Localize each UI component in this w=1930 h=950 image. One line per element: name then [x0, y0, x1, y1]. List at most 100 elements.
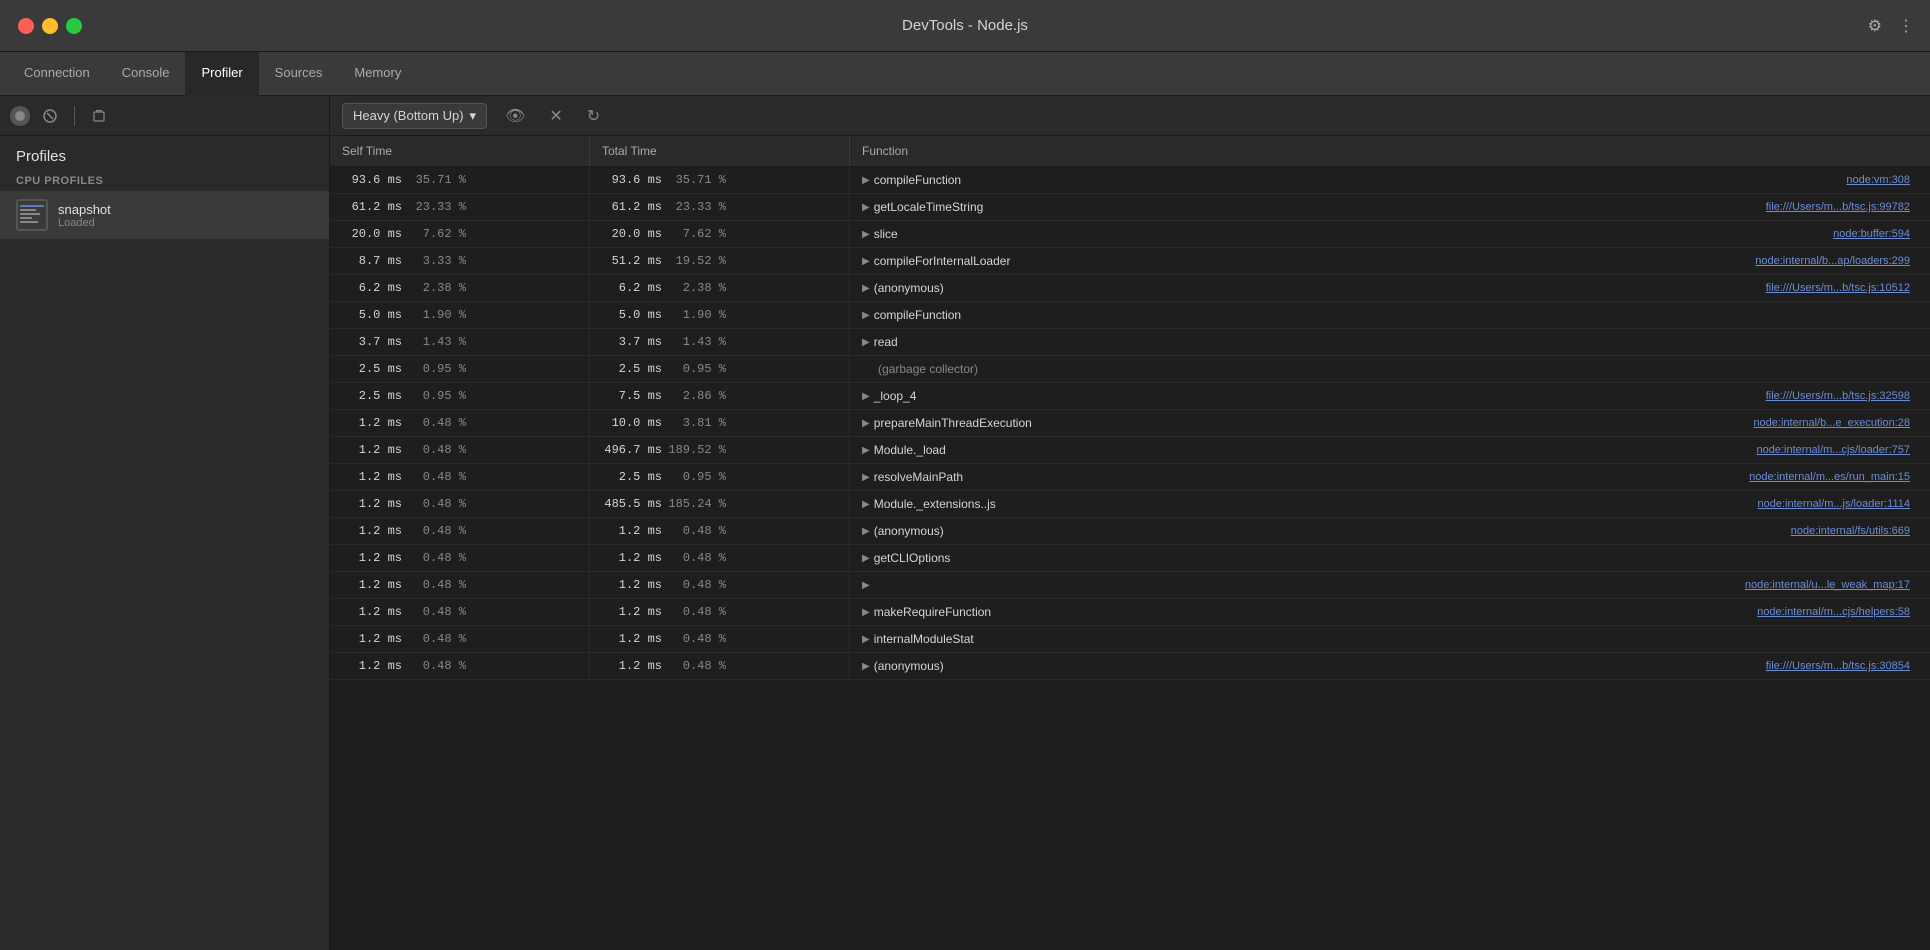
- stop-button[interactable]: [40, 106, 60, 126]
- profile-status: Loaded: [58, 217, 111, 229]
- function-link[interactable]: node:internal/m...cjs/loader:757: [1757, 444, 1918, 456]
- more-icon[interactable]: ⋮: [1898, 16, 1914, 36]
- table-row[interactable]: 8.7 ms3.33 %51.2 ms19.52 %▶compileForInt…: [330, 248, 1930, 275]
- tab-memory[interactable]: Memory: [338, 52, 417, 96]
- self-time-cell: 1.2 ms0.48 %: [330, 491, 590, 517]
- self-time-cell: 2.5 ms0.95 %: [330, 383, 590, 409]
- expand-arrow: ▶: [862, 283, 870, 294]
- table-row[interactable]: 2.5 ms0.95 %7.5 ms2.86 %▶_loop_4file:///…: [330, 383, 1930, 410]
- expand-arrow: ▶: [862, 445, 870, 456]
- sidebar: Profiles CPU PROFILES snapshot Loaded: [0, 96, 330, 950]
- tab-sources[interactable]: Sources: [259, 52, 339, 96]
- main-layout: Profiles CPU PROFILES snapshot Loaded: [0, 96, 1930, 950]
- table-row[interactable]: 1.2 ms0.48 %1.2 ms0.48 %▶internalModuleS…: [330, 626, 1930, 653]
- function-name: resolveMainPath: [874, 470, 963, 484]
- delete-button[interactable]: [89, 106, 109, 126]
- total-time-cell: 2.5 ms0.95 %: [590, 356, 850, 382]
- table-row[interactable]: 1.2 ms0.48 %485.5 ms185.24 %▶Module._ext…: [330, 491, 1930, 518]
- function-cell: ▶node:internal/u...le_weak_map:17: [850, 572, 1930, 598]
- function-cell: (garbage collector): [850, 356, 1930, 382]
- col-function: Function: [850, 136, 1930, 166]
- function-cell: ▶compileFunction: [850, 302, 1930, 328]
- profile-item[interactable]: snapshot Loaded: [0, 191, 329, 239]
- function-name: (anonymous): [874, 281, 944, 295]
- total-time-cell: 6.2 ms2.38 %: [590, 275, 850, 301]
- profiler-table[interactable]: Self Time Total Time Function 93.6 ms35.…: [330, 136, 1930, 950]
- table-row[interactable]: 1.2 ms0.48 %1.2 ms0.48 %▶(anonymous)file…: [330, 653, 1930, 680]
- expand-arrow: ▶: [862, 553, 870, 564]
- table-row[interactable]: 1.2 ms0.48 %1.2 ms0.48 %▶(anonymous)node…: [330, 518, 1930, 545]
- function-link[interactable]: node:internal/fs/utils:669: [1791, 525, 1918, 537]
- focus-icon[interactable]: 👁: [499, 104, 531, 128]
- profile-icon: [16, 199, 48, 231]
- function-link[interactable]: node:internal/m...es/run_main:15: [1749, 471, 1918, 483]
- total-time-cell: 5.0 ms1.90 %: [590, 302, 850, 328]
- table-row[interactable]: 20.0 ms7.62 %20.0 ms7.62 %▶slicenode:buf…: [330, 221, 1930, 248]
- record-button[interactable]: [10, 106, 30, 126]
- function-cell: ▶getLocaleTimeStringfile:///Users/m...b/…: [850, 194, 1930, 220]
- content-area: Heavy (Bottom Up) ▾ 👁 ✕ ↻ Self Time Tota…: [330, 96, 1930, 950]
- maximize-button[interactable]: [66, 18, 82, 34]
- close-button[interactable]: [18, 18, 34, 34]
- chevron-down-icon: ▾: [470, 108, 477, 124]
- function-name: _loop_4: [874, 389, 917, 403]
- function-link[interactable]: file:///Users/m...b/tsc.js:99782: [1766, 201, 1918, 213]
- table-row[interactable]: 1.2 ms0.48 %10.0 ms3.81 %▶prepareMainThr…: [330, 410, 1930, 437]
- function-link[interactable]: node:vm:308: [1846, 174, 1918, 186]
- self-time-cell: 3.7 ms1.43 %: [330, 329, 590, 355]
- expand-arrow: ▶: [862, 526, 870, 537]
- total-time-cell: 93.6 ms35.71 %: [590, 167, 850, 193]
- function-link[interactable]: file:///Users/m...b/tsc.js:30854: [1766, 660, 1918, 672]
- function-link[interactable]: file:///Users/m...b/tsc.js:32598: [1766, 390, 1918, 402]
- function-name: Module._extensions..js: [874, 497, 996, 511]
- function-link[interactable]: node:internal/m...js/loader:1114: [1758, 498, 1918, 510]
- table-row[interactable]: 93.6 ms35.71 %93.6 ms35.71 %▶compileFunc…: [330, 167, 1930, 194]
- self-time-cell: 1.2 ms0.48 %: [330, 545, 590, 571]
- table-row[interactable]: 1.2 ms0.48 %1.2 ms0.48 %▶getCLIOptions: [330, 545, 1930, 572]
- table-row[interactable]: 3.7 ms1.43 %3.7 ms1.43 %▶read: [330, 329, 1930, 356]
- function-name: compileFunction: [874, 173, 961, 187]
- tab-console[interactable]: Console: [106, 52, 186, 96]
- function-name: prepareMainThreadExecution: [874, 416, 1032, 430]
- clear-icon[interactable]: ✕: [543, 104, 568, 128]
- function-name: (anonymous): [874, 659, 944, 673]
- expand-arrow: ▶: [862, 229, 870, 240]
- function-link[interactable]: node:internal/b...ap/loaders:299: [1755, 255, 1918, 267]
- view-dropdown[interactable]: Heavy (Bottom Up) ▾: [342, 103, 487, 129]
- table-row[interactable]: 1.2 ms0.48 %1.2 ms0.48 %▶node:internal/u…: [330, 572, 1930, 599]
- expand-arrow: ▶: [862, 391, 870, 402]
- settings-icon[interactable]: ⚙: [1868, 16, 1882, 36]
- function-link[interactable]: node:internal/u...le_weak_map:17: [1745, 579, 1918, 591]
- table-row[interactable]: 5.0 ms1.90 %5.0 ms1.90 %▶compileFunction: [330, 302, 1930, 329]
- self-time-cell: 5.0 ms1.90 %: [330, 302, 590, 328]
- function-link[interactable]: file:///Users/m...b/tsc.js:10512: [1766, 282, 1918, 294]
- function-cell: ▶prepareMainThreadExecutionnode:internal…: [850, 410, 1930, 436]
- nav-bar: Connection Console Profiler Sources Memo…: [0, 52, 1930, 96]
- function-link[interactable]: node:internal/b...e_execution:28: [1753, 417, 1918, 429]
- table-row[interactable]: 61.2 ms23.33 %61.2 ms23.33 %▶getLocaleTi…: [330, 194, 1930, 221]
- table-row[interactable]: 6.2 ms2.38 %6.2 ms2.38 %▶(anonymous)file…: [330, 275, 1930, 302]
- table-row[interactable]: 1.2 ms0.48 %496.7 ms189.52 %▶Module._loa…: [330, 437, 1930, 464]
- tab-profiler[interactable]: Profiler: [185, 52, 258, 96]
- self-time-cell: 1.2 ms0.48 %: [330, 572, 590, 598]
- table-row[interactable]: 2.5 ms0.95 %2.5 ms0.95 %(garbage collect…: [330, 356, 1930, 383]
- total-time-cell: 51.2 ms19.52 %: [590, 248, 850, 274]
- refresh-icon[interactable]: ↻: [581, 104, 606, 128]
- expand-arrow: ▶: [862, 202, 870, 213]
- function-cell: ▶resolveMainPathnode:internal/m...es/run…: [850, 464, 1930, 490]
- expand-arrow: ▶: [862, 661, 870, 672]
- table-row[interactable]: 1.2 ms0.48 %2.5 ms0.95 %▶resolveMainPath…: [330, 464, 1930, 491]
- function-name: getCLIOptions: [874, 551, 951, 565]
- function-cell: ▶compileFunctionnode:vm:308: [850, 167, 1930, 193]
- tab-connection[interactable]: Connection: [8, 52, 106, 96]
- function-cell: ▶ _loop_4 file:///Users/m...b/tsc.js:32598: [850, 383, 1930, 409]
- total-time-cell: 1.2 ms0.48 %: [590, 518, 850, 544]
- cpu-profiles-label: CPU PROFILES: [0, 171, 329, 191]
- table-row[interactable]: 1.2 ms0.48 %1.2 ms0.48 %▶makeRequireFunc…: [330, 599, 1930, 626]
- function-link[interactable]: node:buffer:594: [1833, 228, 1918, 240]
- function-link[interactable]: node:internal/m...cjs/helpers:58: [1757, 606, 1918, 618]
- total-time-cell: 1.2 ms0.48 %: [590, 572, 850, 598]
- separator: [74, 106, 75, 126]
- minimize-button[interactable]: [42, 18, 58, 34]
- function-name: (garbage collector): [862, 362, 978, 376]
